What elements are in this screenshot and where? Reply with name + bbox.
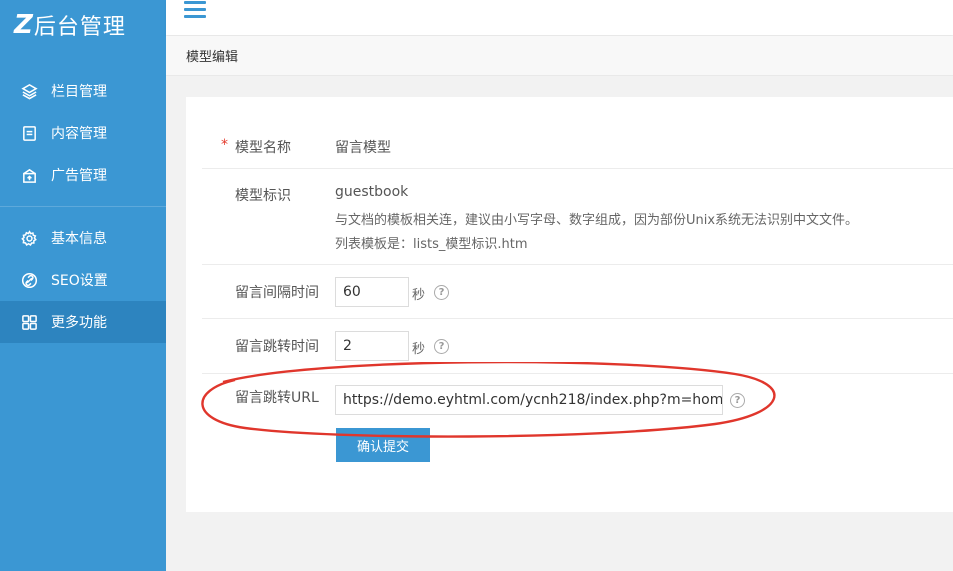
document-icon	[20, 124, 38, 142]
grid-icon	[20, 313, 38, 331]
form-row-redirect-url: 留言跳转URL https://demo.eyhtml.com/ycnh218/…	[202, 374, 953, 424]
required-mark: *	[221, 137, 228, 153]
sidebar-item-seo[interactable]: SEO设置	[0, 259, 166, 301]
field-label: 留言间隔时间	[235, 285, 319, 301]
link-icon	[20, 271, 38, 289]
sidebar-item-label: 栏目管理	[51, 84, 107, 100]
ad-icon	[20, 166, 38, 184]
sidebar-item-label: 广告管理	[51, 168, 107, 184]
redirect-url-input[interactable]: https://demo.eyhtml.com/ycnh218/index.ph…	[335, 385, 723, 415]
logo[interactable]: Z 后台管理	[0, 0, 166, 50]
interval-unit: 秒	[412, 288, 426, 303]
interval-input[interactable]: 60	[335, 277, 409, 307]
sidebar-item-label: 基本信息	[51, 231, 107, 247]
submit-button[interactable]: 确认提交	[336, 428, 430, 462]
redirect-time-unit: 秒	[412, 342, 426, 357]
field-label: 留言跳转时间	[235, 339, 319, 355]
logo-title: 后台管理	[33, 15, 126, 40]
gear-icon	[20, 229, 38, 247]
form-panel: * 模型名称 留言模型 模型标识 guestbook 与文档的模板相关连，建议由…	[186, 97, 953, 512]
sidebar-item-columns[interactable]: 栏目管理	[0, 70, 166, 112]
sidebar-item-label: SEO设置	[51, 273, 108, 289]
list-template-hint: 列表模板是：lists_模型标识.htm	[335, 237, 528, 252]
model-name-value: 留言模型	[335, 140, 391, 156]
menu-toggle-icon[interactable]	[184, 0, 206, 20]
help-icon[interactable]: ?	[434, 285, 449, 300]
field-label: 模型名称	[235, 140, 291, 156]
redirect-time-input[interactable]: 2	[335, 331, 409, 361]
field-label: 留言跳转URL	[235, 390, 319, 406]
model-ident-hint: 与文档的模板相关连，建议由小写字母、数字组成，因为部份Unix系统无法识别中文文…	[335, 213, 859, 228]
breadcrumb: 模型编辑	[166, 36, 953, 76]
help-icon[interactable]: ?	[434, 339, 449, 354]
form-row-model-name: * 模型名称 留言模型	[202, 125, 953, 169]
sidebar-item-more[interactable]: 更多功能	[0, 301, 166, 343]
page-title: 模型编辑	[186, 50, 239, 65]
logo-mark: Z	[14, 10, 33, 40]
topbar	[166, 0, 953, 35]
sidebar-item-label: 内容管理	[51, 126, 107, 142]
form-row-model-ident: 模型标识 guestbook 与文档的模板相关连，建议由小写字母、数字组成，因为…	[202, 169, 953, 265]
form-row-redirect-time: 留言跳转时间 2 秒 ?	[202, 319, 953, 374]
field-label: 模型标识	[235, 188, 291, 204]
sidebar-item-ads[interactable]: 广告管理	[0, 154, 166, 196]
sidebar: Z 后台管理 栏目管理 内容管理 广告管理 基本信息 SEO设置 更多功能	[0, 0, 166, 571]
form-row-interval: 留言间隔时间 60 秒 ?	[202, 265, 953, 319]
sidebar-item-label: 更多功能	[51, 315, 107, 331]
model-ident-value: guestbook	[335, 184, 409, 200]
layers-icon	[20, 82, 38, 100]
sidebar-item-content[interactable]: 内容管理	[0, 112, 166, 154]
help-icon[interactable]: ?	[730, 393, 745, 408]
sidebar-item-basic-info[interactable]: 基本信息	[0, 217, 166, 259]
